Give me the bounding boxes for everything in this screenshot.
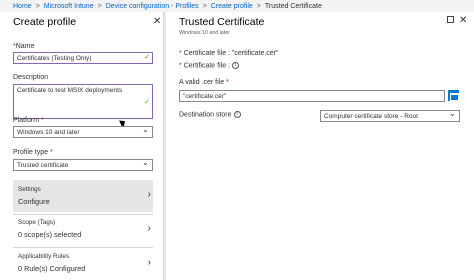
certificate-file-label-text: Certificate file : xyxy=(183,62,230,70)
certificate-file-status-text: Certificate file : "certificate.cer" xyxy=(183,50,279,57)
breadcrumb-home[interactable]: Home xyxy=(13,3,32,10)
breadcrumb: Home > Microsoft Intune > Device configu… xyxy=(0,0,474,12)
valid-check-icon: ✓ xyxy=(144,99,150,106)
required-marker: * xyxy=(179,62,182,70)
valid-cer-file-label-text: A valid .cer file xyxy=(179,79,225,86)
description-label: Description xyxy=(13,74,49,81)
breadcrumb-separator: > xyxy=(97,2,102,10)
breadcrumb-intune[interactable]: Microsoft Intune xyxy=(44,3,94,10)
name-label-text: Name xyxy=(15,43,35,50)
valid-check-icon: ✓ xyxy=(144,54,150,61)
breadcrumb-separator: > xyxy=(256,2,261,10)
info-icon[interactable]: i xyxy=(231,62,239,69)
close-icon[interactable]: ✕ xyxy=(459,16,467,26)
settings-subtitle: Configure xyxy=(18,197,50,206)
info-icon[interactable]: i xyxy=(233,111,241,118)
cer-file-input[interactable]: "certificate.cer" xyxy=(179,90,445,102)
platform-label: Platform * xyxy=(13,117,44,124)
trusted-certificate-blade: Trusted Certificate Windows 10 and later… xyxy=(166,12,474,280)
profile-type-select[interactable]: Trusted certificate xyxy=(13,159,153,171)
breadcrumb-separator: > xyxy=(35,2,40,10)
scope-tags-title: Scope (Tags) xyxy=(18,219,56,226)
breadcrumb-separator: > xyxy=(202,2,207,10)
profile-type-label-text: Profile type xyxy=(13,149,49,156)
scope-tags-nav-item[interactable]: Scope (Tags) 0 scope(s) selected › xyxy=(13,215,153,247)
name-field[interactable]: Certificates (Testing Only) xyxy=(13,52,153,64)
chevron-right-icon: › xyxy=(147,189,151,200)
platform-select[interactable]: Windows 10 and later xyxy=(13,126,153,138)
applicability-rules-nav-item[interactable]: Applicability Rules 0 Rule(s) Configured… xyxy=(13,248,153,280)
destination-store-label: Destination store i xyxy=(179,111,241,118)
required-marker: * xyxy=(179,50,182,57)
blade-title: Trusted Certificate xyxy=(179,16,265,28)
valid-cer-file-label: A valid .cer file * xyxy=(179,79,229,86)
create-profile-blade: Create profile ✕ *Name Certificates (Tes… xyxy=(0,12,164,280)
chevron-right-icon: › xyxy=(147,223,151,234)
destination-store-label-text: Destination store xyxy=(179,111,232,119)
certificate-file-label: * Certificate file :i xyxy=(179,62,239,69)
maximize-icon[interactable] xyxy=(447,16,454,23)
required-marker: * xyxy=(226,79,229,86)
blade-subtitle: Windows 10 and later xyxy=(179,30,230,36)
description-field[interactable]: Certificate to test MSIX deployments xyxy=(13,84,153,119)
platform-label-text: Platform xyxy=(13,117,40,124)
applicability-rules-subtitle: 0 Rule(s) Configured xyxy=(18,264,86,273)
required-marker: * xyxy=(49,149,53,156)
close-icon[interactable]: ✕ xyxy=(153,17,161,27)
name-label: *Name xyxy=(13,43,34,50)
chevron-down-icon: ⌄ xyxy=(449,109,456,118)
settings-nav-item[interactable]: Settings Configure › xyxy=(13,180,153,212)
scope-tags-subtitle: 0 scope(s) selected xyxy=(18,230,82,239)
settings-title: Settings xyxy=(18,186,41,193)
required-marker: * xyxy=(41,117,44,124)
breadcrumb-create-profile[interactable]: Create profile xyxy=(211,3,253,10)
blade-title: Create profile xyxy=(13,16,77,28)
certificate-file-status: * Certificate file : "certificate.cer" xyxy=(179,50,279,57)
breadcrumb-trusted-certificate: Trusted Certificate xyxy=(264,2,322,10)
destination-store-select[interactable]: Computer certificate store - Root xyxy=(320,110,460,122)
profile-type-label: Profile type * xyxy=(13,149,53,156)
chevron-down-icon: ⌄ xyxy=(142,125,149,134)
chevron-down-icon: ⌄ xyxy=(142,158,149,167)
chevron-right-icon: › xyxy=(147,257,151,268)
applicability-rules-title: Applicability Rules xyxy=(18,253,70,260)
folder-browse-icon[interactable] xyxy=(448,90,459,101)
breadcrumb-device-configuration[interactable]: Device configuration - Profiles xyxy=(106,3,199,10)
